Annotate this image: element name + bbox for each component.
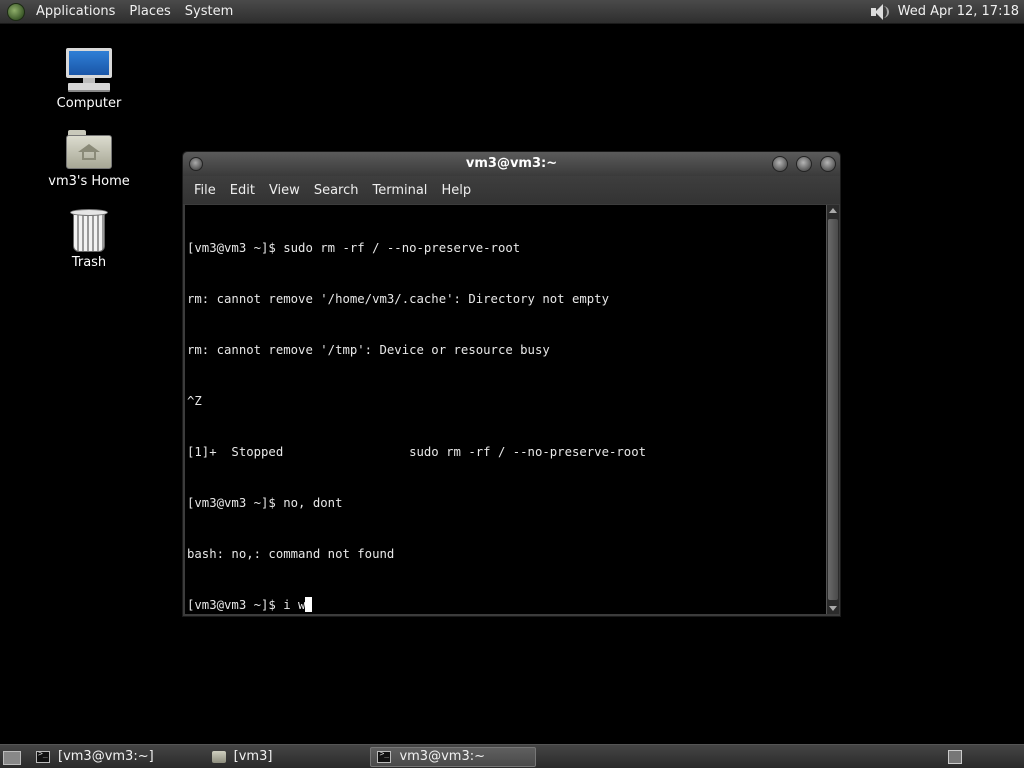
terminal-input[interactable]: [vm3@vm3 ~]$ i w <box>187 598 305 612</box>
close-button[interactable] <box>820 156 836 172</box>
terminal-line: bash: no,: command not found <box>187 547 395 561</box>
window-titlebar[interactable]: vm3@vm3:~ <box>183 152 840 176</box>
terminal-prompt-line[interactable]: [vm3@vm3 ~]$ i w <box>187 597 824 614</box>
maximize-button[interactable] <box>796 156 812 172</box>
places-menu[interactable]: Places <box>122 4 177 19</box>
window-title: vm3@vm3:~ <box>465 156 558 171</box>
menu-help[interactable]: Help <box>434 183 478 198</box>
distro-logo-icon[interactable] <box>7 2 25 21</box>
applications-menu[interactable]: Applications <box>29 4 122 19</box>
menu-view[interactable]: View <box>262 183 307 198</box>
show-desktop-icon[interactable] <box>2 748 24 766</box>
trash-icon <box>69 209 109 253</box>
terminal-line: [vm3@vm3 ~]$ no, dont <box>187 496 343 510</box>
text-cursor <box>305 597 313 612</box>
taskbar-item-label: vm3@vm3:~ <box>399 749 485 764</box>
desktop-icon-computer[interactable]: Computer <box>34 46 144 111</box>
terminal-icon <box>36 749 50 763</box>
terminal-line: [1]+ Stopped sudo rm -rf / --no-preserve… <box>187 445 647 459</box>
terminal-scrollbar[interactable] <box>826 205 839 614</box>
desktop-icon-trash[interactable]: Trash <box>34 209 144 270</box>
menu-terminal[interactable]: Terminal <box>365 183 434 198</box>
terminal-window: vm3@vm3:~ File Edit View Search Terminal… <box>182 151 841 617</box>
menu-edit[interactable]: Edit <box>223 183 262 198</box>
menu-search[interactable]: Search <box>307 183 366 198</box>
terminal-menubar: File Edit View Search Terminal Help <box>183 176 840 204</box>
scroll-up-arrow-icon[interactable] <box>827 205 839 217</box>
system-menu[interactable]: System <box>178 4 240 19</box>
minimize-button[interactable] <box>772 156 788 172</box>
scrollbar-thumb[interactable] <box>828 219 838 600</box>
computer-icon <box>64 46 114 94</box>
folder-icon <box>211 750 226 763</box>
terminal-icon <box>377 749 392 763</box>
terminal-line: ^Z <box>187 394 202 408</box>
desktop-icon-label: vm3's Home <box>48 174 130 189</box>
bottom-panel: [vm3@vm3:~] [vm3] vm3@vm3:~ <box>0 744 1024 768</box>
desktop-icon-home[interactable]: vm3's Home <box>34 128 144 189</box>
taskbar-item-label: [vm3] <box>233 749 273 764</box>
workspace-switcher[interactable] <box>948 749 962 764</box>
terminal-output[interactable]: [vm3@vm3 ~]$ sudo rm -rf / --no-preserve… <box>185 205 826 614</box>
taskbar-item-label: [vm3@vm3:~] <box>58 749 154 764</box>
scroll-down-arrow-icon[interactable] <box>827 602 839 614</box>
menu-file[interactable]: File <box>187 183 223 198</box>
terminal-line: rm: cannot remove '/home/vm3/.cache': Di… <box>187 292 609 306</box>
top-panel: Applications Places System Wed Apr 12, 1… <box>0 0 1024 24</box>
terminal-line: [vm3@vm3 ~]$ sudo rm -rf / --no-preserve… <box>187 241 521 255</box>
home-folder-icon <box>66 130 112 170</box>
clock[interactable]: Wed Apr 12, 17:18 <box>898 4 1024 19</box>
volume-icon[interactable] <box>868 2 890 22</box>
desktop-icon-label: Trash <box>71 255 107 270</box>
terminal-line: rm: cannot remove '/tmp': Device or reso… <box>187 343 550 357</box>
taskbar-item-folder[interactable]: [vm3] <box>206 747 279 767</box>
desktop-icon-label: Computer <box>56 96 122 111</box>
taskbar-item-terminal-active[interactable]: vm3@vm3:~ <box>370 746 537 767</box>
taskbar-item-terminal-1[interactable]: [vm3@vm3:~] <box>30 747 160 767</box>
